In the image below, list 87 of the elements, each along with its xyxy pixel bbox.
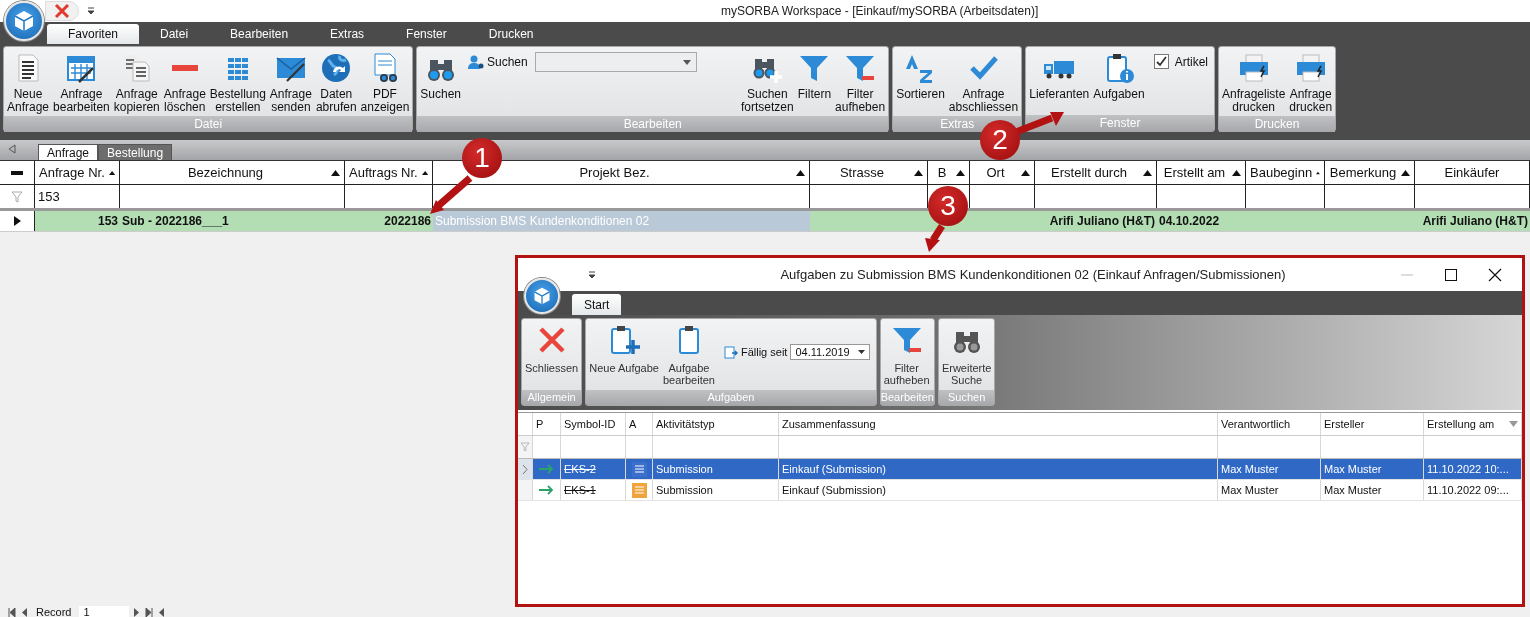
table-cell: Submission BMS Kundenkonditionen 02 [433,211,810,231]
ribbon-button[interactable]: Anfrage löschen [162,50,207,116]
column-header[interactable]: Bemerkung [1329,165,1397,180]
record-label: Record [36,606,72,617]
table-cell: Max Muster [1218,480,1321,500]
ribbon-group-label: Datei [4,116,413,132]
ribbon-button[interactable]: Filtern [796,50,833,103]
ribbon-group-label: Fenster [1026,115,1214,131]
column-header[interactable]: Aktivitätstyp [653,413,779,435]
table-cell: 11.10.2022 09:... [1424,480,1522,500]
table-cell: Max Muster [1321,480,1424,500]
column-header[interactable]: P [533,413,561,435]
record-field[interactable]: 1 [79,606,130,617]
ribbon-tab[interactable]: Datei [139,24,210,44]
ribbon-button[interactable]: Anfrage bearbeiten [52,50,111,116]
ribbon-tab[interactable]: Fenster [385,24,468,44]
table-cell-text: Arifi Juliano (H&T) [1048,213,1156,230]
table-cell: Einkauf (Submission) [779,480,1218,500]
ribbon-button[interactable]: Bestellung erstellen [208,50,267,116]
column-header[interactable]: Ersteller [1321,413,1424,435]
table-cell: Einkauf (Submission) [779,459,1218,479]
table-cell-text: Arifi Juliano (H&T) [1421,213,1529,230]
column-header[interactable]: Einkäufer [1444,165,1500,180]
column-header[interactable]: Auftrags Nr. [349,165,418,180]
table-cell: EKS-2 [561,459,626,479]
ribbon-group-label: Suchen [938,390,995,405]
column-header[interactable]: Zusammenfassung [779,413,1218,435]
column-header[interactable]: Erstellt durch [1051,165,1127,180]
ribbon-button[interactable]: Filter aufheben [882,322,931,388]
document-tab[interactable]: Bestellung [98,144,173,160]
ribbon-button[interactable]: Anfrage drucken [1288,50,1334,116]
ribbon-button[interactable]: Schliessen [524,322,580,376]
ribbon-tab[interactable]: Bearbeiten [209,24,310,44]
ribbon-button[interactable]: Suchen fortsetzen [740,50,795,116]
ribbon-button[interactable]: Neue Anfrage [6,50,51,116]
ribbon-button[interactable]: Aufgabe bearbeiten [661,322,716,388]
ribbon-button[interactable]: Filter aufheben [834,50,887,116]
table-cell: 11.10.2022 10:... [1424,459,1522,479]
column-header[interactable]: Strasse [839,165,885,180]
column-header[interactable]: Projekt Bez. [579,165,650,180]
column-header[interactable]: Verantwortlich [1218,413,1321,435]
ribbon-button[interactable]: Anfrage senden [268,50,313,116]
ribbon-button[interactable]: Aufgaben [1092,50,1146,103]
due-since-label: Fällig seit [740,346,788,358]
ribbon-button[interactable]: Suchen [419,50,462,103]
ribbon-tab[interactable]: Extras [309,24,386,44]
ribbon-group-label: Aufgaben [586,390,876,405]
column-header[interactable]: A [626,413,653,435]
document-tab[interactable]: Anfrage [38,144,99,160]
table-cell: Max Muster [1321,459,1424,479]
ribbon-group-label: Bearbeiten [417,116,889,132]
ribbon-group-label: Allgemein [522,390,582,405]
column-header[interactable]: Bezeichnung [187,165,264,180]
ribbon-button[interactable]: Anfrage abschliessen [947,50,1020,116]
ribbon-group-label: Drucken [1219,116,1336,132]
ribbon-button[interactable]: Daten abrufen [314,50,358,116]
checkbox-option[interactable]: Artikel [1153,54,1208,69]
ribbon-group-label: Bearbeiten [880,390,934,405]
table-cell: EKS-1 [561,480,626,500]
table-cell: Max Muster [1218,459,1321,479]
table-cell-text: 2022186 [383,213,432,230]
table-cell: Submission [653,480,779,500]
column-header[interactable]: Erstellung am [1424,413,1522,435]
date-field[interactable]: 04.11.2019 [790,344,870,360]
window-title: mySORBA Workspace - [Einkauf/mySORBA (Arbeitsdaten)] [721,4,1039,18]
dialog-title: Aufgaben zu Submission BMS Kundenkonditionen 02 (Einkauf Anfragen/Submissionen) [779,267,1287,282]
ribbon-button[interactable]: Anfrageliste drucken [1221,50,1287,116]
column-header[interactable]: Erstellt am [1163,165,1226,180]
ribbon-button[interactable]: Neue Aufgabe [588,322,660,376]
ribbon-tab[interactable]: Drucken [467,24,555,44]
table-cell: Submission [653,459,779,479]
ribbon-button[interactable]: PDF anzeigen [359,50,411,116]
table-cell-text: Sub - 2022186___1 [121,213,230,230]
column-header[interactable]: Anfrage Nr. [39,165,105,180]
ribbon-tab[interactable]: Favoriten [47,24,140,44]
column-header[interactable]: Symbol-ID [561,413,626,435]
table-cell-text: 04.10.2022 [1158,213,1221,230]
ribbon-button[interactable]: Anfrage kopieren [112,50,161,116]
ribbon-button[interactable]: Lieferanten [1028,50,1091,103]
ribbon-button[interactable]: Erweiterte Suche [940,322,993,388]
column-header[interactable]: Baubeginn [1250,165,1313,180]
ribbon-tab[interactable]: Start [572,294,622,315]
column-header[interactable]: B [937,165,947,180]
table-cell-text: 153 [96,213,119,230]
column-header[interactable]: Ort [986,165,1005,180]
search-label: Suchen [487,55,528,69]
ribbon-button[interactable]: Sortieren [895,50,946,103]
